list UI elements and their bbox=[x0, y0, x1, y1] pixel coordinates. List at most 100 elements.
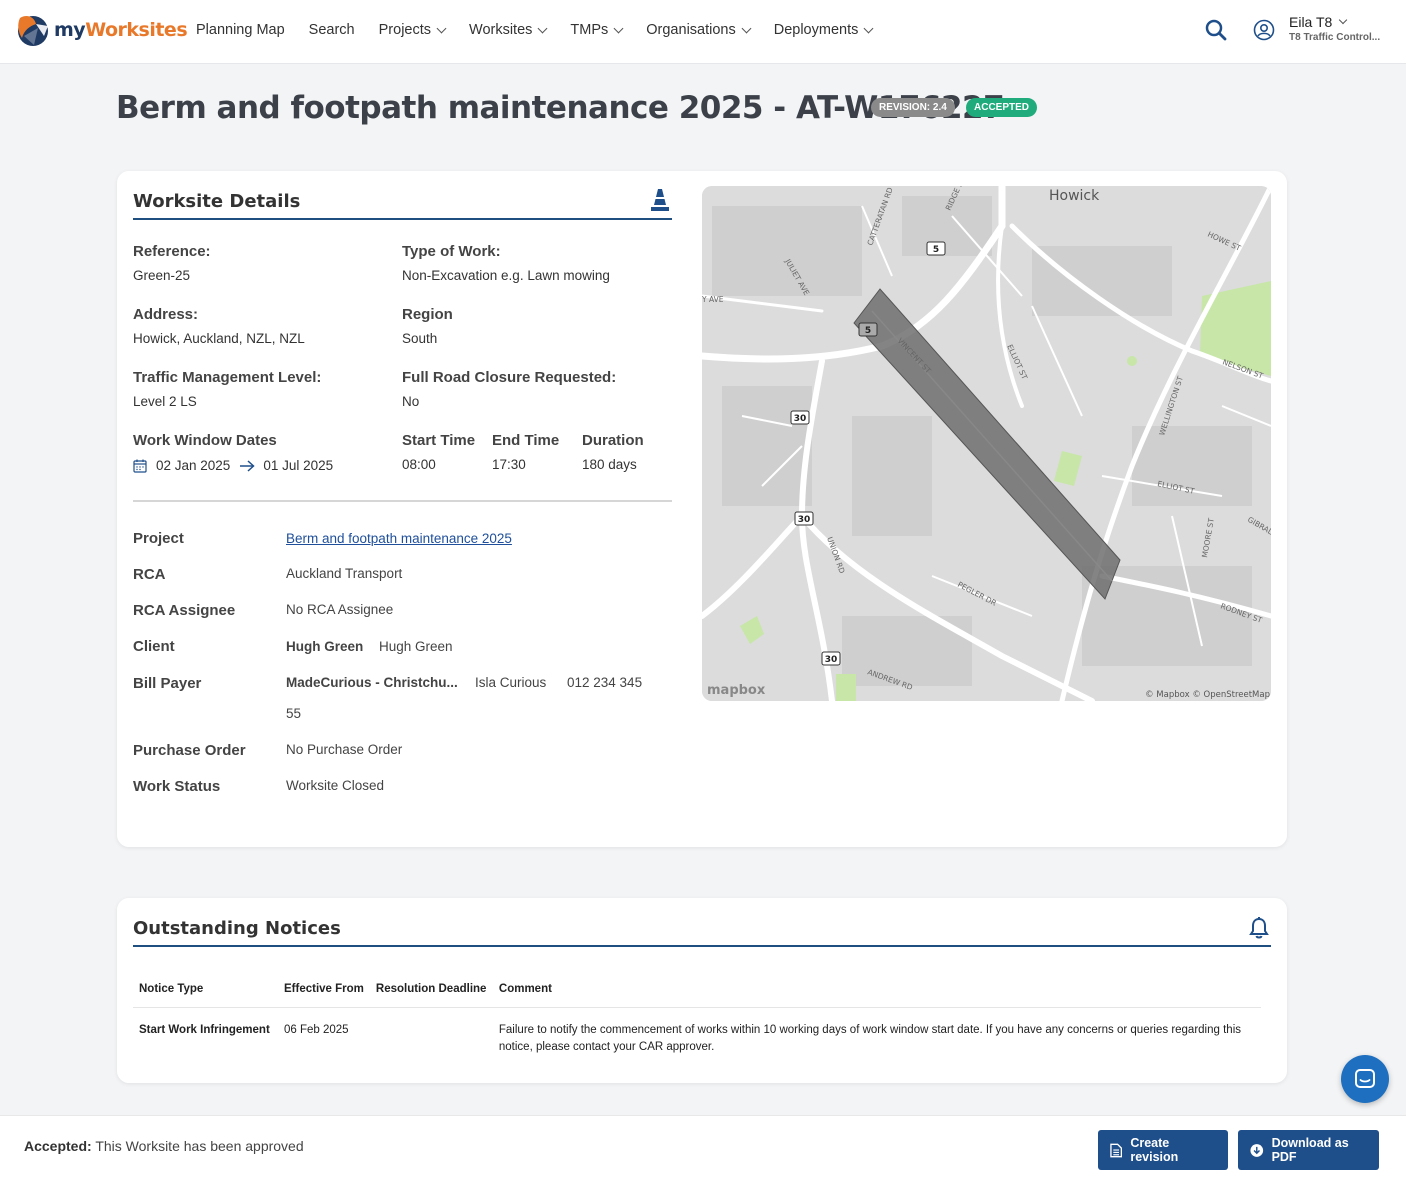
chevron-down-icon bbox=[537, 23, 548, 33]
svg-text:Y AVE: Y AVE bbox=[702, 295, 724, 304]
bell-icon bbox=[1249, 917, 1269, 939]
approval-status: Accepted: This Worksite has been approve… bbox=[24, 1138, 304, 1154]
rca-value: Auckland Transport bbox=[286, 566, 403, 581]
download-icon bbox=[1250, 1143, 1264, 1157]
work-window-end: 01 Jul 2025 bbox=[263, 458, 334, 473]
duration-value: 180 days bbox=[582, 457, 637, 472]
road-closure-field: Full Road Closure Requested: No bbox=[402, 369, 617, 409]
logo-pin-icon bbox=[18, 16, 48, 46]
svg-text:5: 5 bbox=[933, 245, 939, 255]
logo-text: myWorksites bbox=[54, 19, 188, 41]
nav-planning-map[interactable]: Planning Map bbox=[196, 22, 285, 38]
chat-support-button[interactable] bbox=[1341, 1055, 1389, 1103]
region-field: Region South bbox=[402, 306, 453, 346]
work-window-field: Work Window Dates 02 Jan 2025 01 Jul 202… bbox=[133, 432, 334, 473]
notice-effective-from: 06 Feb 2025 bbox=[284, 1024, 349, 1036]
create-revision-button[interactable]: Create revision bbox=[1098, 1130, 1228, 1170]
status-badge: ACCEPTED bbox=[966, 98, 1038, 117]
nav-tmps[interactable]: TMPs bbox=[570, 22, 624, 38]
work-window-start: 02 Jan 2025 bbox=[156, 458, 231, 473]
svg-text:30: 30 bbox=[798, 515, 811, 525]
bill-payer-phone: 012 234 345 bbox=[567, 675, 643, 690]
worksite-map[interactable]: 5 5 30 30 30 Howick VINCENT ST ELLIOT ST… bbox=[702, 186, 1271, 701]
user-name: Eila T8 bbox=[1289, 14, 1333, 30]
rca-assignee-label: RCA Assignee bbox=[133, 602, 236, 619]
svg-text:5: 5 bbox=[865, 326, 871, 336]
end-time-field: End Time 17:30 bbox=[492, 432, 560, 472]
map-place-label: Howick bbox=[1049, 188, 1100, 204]
client-label: Client bbox=[133, 638, 175, 655]
chat-icon bbox=[1355, 1069, 1375, 1088]
user-avatar-icon[interactable] bbox=[1253, 19, 1275, 41]
purchase-order-label: Purchase Order bbox=[133, 742, 246, 759]
bill-payer-phone-continued: 55 bbox=[286, 706, 302, 721]
traffic-cone-icon bbox=[651, 189, 669, 211]
client-contact: Hugh Green bbox=[379, 639, 453, 654]
address-field: Address: Howick, Auckland, NZL, NZL bbox=[133, 306, 305, 346]
nav-projects[interactable]: Projects bbox=[379, 22, 447, 38]
notice-comment: Failure to notify the commencement of wo… bbox=[498, 1024, 1241, 1053]
chevron-down-icon bbox=[863, 23, 874, 33]
main-nav: Planning Map Search Projects Worksites T… bbox=[196, 0, 896, 60]
nav-organisations[interactable]: Organisations bbox=[646, 22, 752, 38]
reference-field: Reference: Green-25 bbox=[133, 243, 211, 283]
download-pdf-button[interactable]: Download as PDF bbox=[1238, 1130, 1379, 1170]
work-status-value: Worksite Closed bbox=[286, 778, 385, 793]
notice-type: Start Work Infringement bbox=[139, 1024, 270, 1036]
worksite-details-header: Worksite Details bbox=[133, 185, 672, 220]
project-link[interactable]: Berm and footpath maintenance 2025 bbox=[286, 531, 512, 546]
start-time-value: 08:00 bbox=[402, 457, 436, 472]
notices-table: Notice Type Effective From Resolution De… bbox=[133, 978, 1261, 1066]
work-status-label: Work Status bbox=[133, 778, 221, 795]
chevron-down-icon bbox=[436, 23, 447, 33]
worksite-details-card: Worksite Details Reference: Green-25 Typ… bbox=[117, 171, 1287, 847]
region-value: South bbox=[402, 331, 438, 346]
duration-field: Duration 180 days bbox=[582, 432, 644, 472]
revision-badge: REVISION: 2.4 bbox=[871, 98, 955, 117]
type-of-work-field: Type of Work: Non-Excavation e.g. Lawn m… bbox=[402, 243, 610, 283]
footer-bar: Accepted: This Worksite has been approve… bbox=[0, 1115, 1406, 1181]
column-header: Notice Type bbox=[133, 978, 278, 1008]
end-time-value: 17:30 bbox=[492, 457, 526, 472]
user-menu[interactable]: Eila T8 T8 Traffic Control... bbox=[1289, 14, 1380, 43]
table-header-row: Notice Type Effective From Resolution De… bbox=[133, 978, 1261, 1008]
bill-payer-organisation: MadeCurious - Christchu... bbox=[286, 675, 458, 690]
column-header: Comment bbox=[492, 978, 1261, 1008]
mapbox-logo: mapbox bbox=[707, 683, 766, 698]
address-value: Howick, Auckland, NZL, NZL bbox=[133, 331, 305, 346]
calendar-icon bbox=[133, 459, 147, 473]
chevron-down-icon bbox=[741, 23, 752, 33]
section-title: Outstanding Notices bbox=[133, 918, 341, 939]
start-time-field: Start Time 08:00 bbox=[402, 432, 476, 472]
rca-assignee-value: No RCA Assignee bbox=[286, 602, 394, 617]
notice-resolution-deadline bbox=[370, 1008, 493, 1067]
tm-level-field: Traffic Management Level: Level 2 LS bbox=[133, 369, 322, 409]
section-title: Worksite Details bbox=[133, 191, 301, 212]
search-icon[interactable] bbox=[1204, 18, 1228, 42]
svg-text:30: 30 bbox=[825, 655, 838, 665]
bill-payer-contact: Isla Curious bbox=[475, 675, 547, 690]
details-divider bbox=[133, 500, 672, 502]
notices-header: Outstanding Notices bbox=[133, 912, 1271, 947]
bill-payer-label: Bill Payer bbox=[133, 675, 202, 692]
road-closure-value: No bbox=[402, 394, 420, 409]
purchase-order-value: No Purchase Order bbox=[286, 742, 403, 757]
nav-search[interactable]: Search bbox=[309, 22, 355, 38]
reference-value: Green-25 bbox=[133, 268, 191, 283]
map-attribution: © Mapbox © OpenStreetMap bbox=[1145, 690, 1270, 700]
column-header: Effective From bbox=[278, 978, 370, 1008]
svg-text:30: 30 bbox=[794, 414, 807, 424]
map-canvas[interactable]: 5 5 30 30 30 Howick VINCENT ST ELLIOT ST… bbox=[702, 186, 1271, 701]
arrow-right-icon bbox=[240, 459, 255, 472]
top-navbar: myWorksites Planning Map Search Projects… bbox=[0, 0, 1406, 64]
nav-worksites[interactable]: Worksites bbox=[469, 22, 548, 38]
chevron-down-icon bbox=[613, 23, 624, 33]
app-logo[interactable]: myWorksites bbox=[16, 12, 188, 48]
rca-label: RCA bbox=[133, 566, 166, 583]
table-row: Start Work Infringement 06 Feb 2025 Fail… bbox=[133, 1008, 1261, 1067]
tm-level-value: Level 2 LS bbox=[133, 394, 197, 409]
nav-deployments[interactable]: Deployments bbox=[774, 22, 874, 38]
client-organisation: Hugh Green bbox=[286, 639, 364, 654]
column-header: Resolution Deadline bbox=[369, 978, 493, 1008]
document-icon bbox=[1110, 1143, 1123, 1157]
